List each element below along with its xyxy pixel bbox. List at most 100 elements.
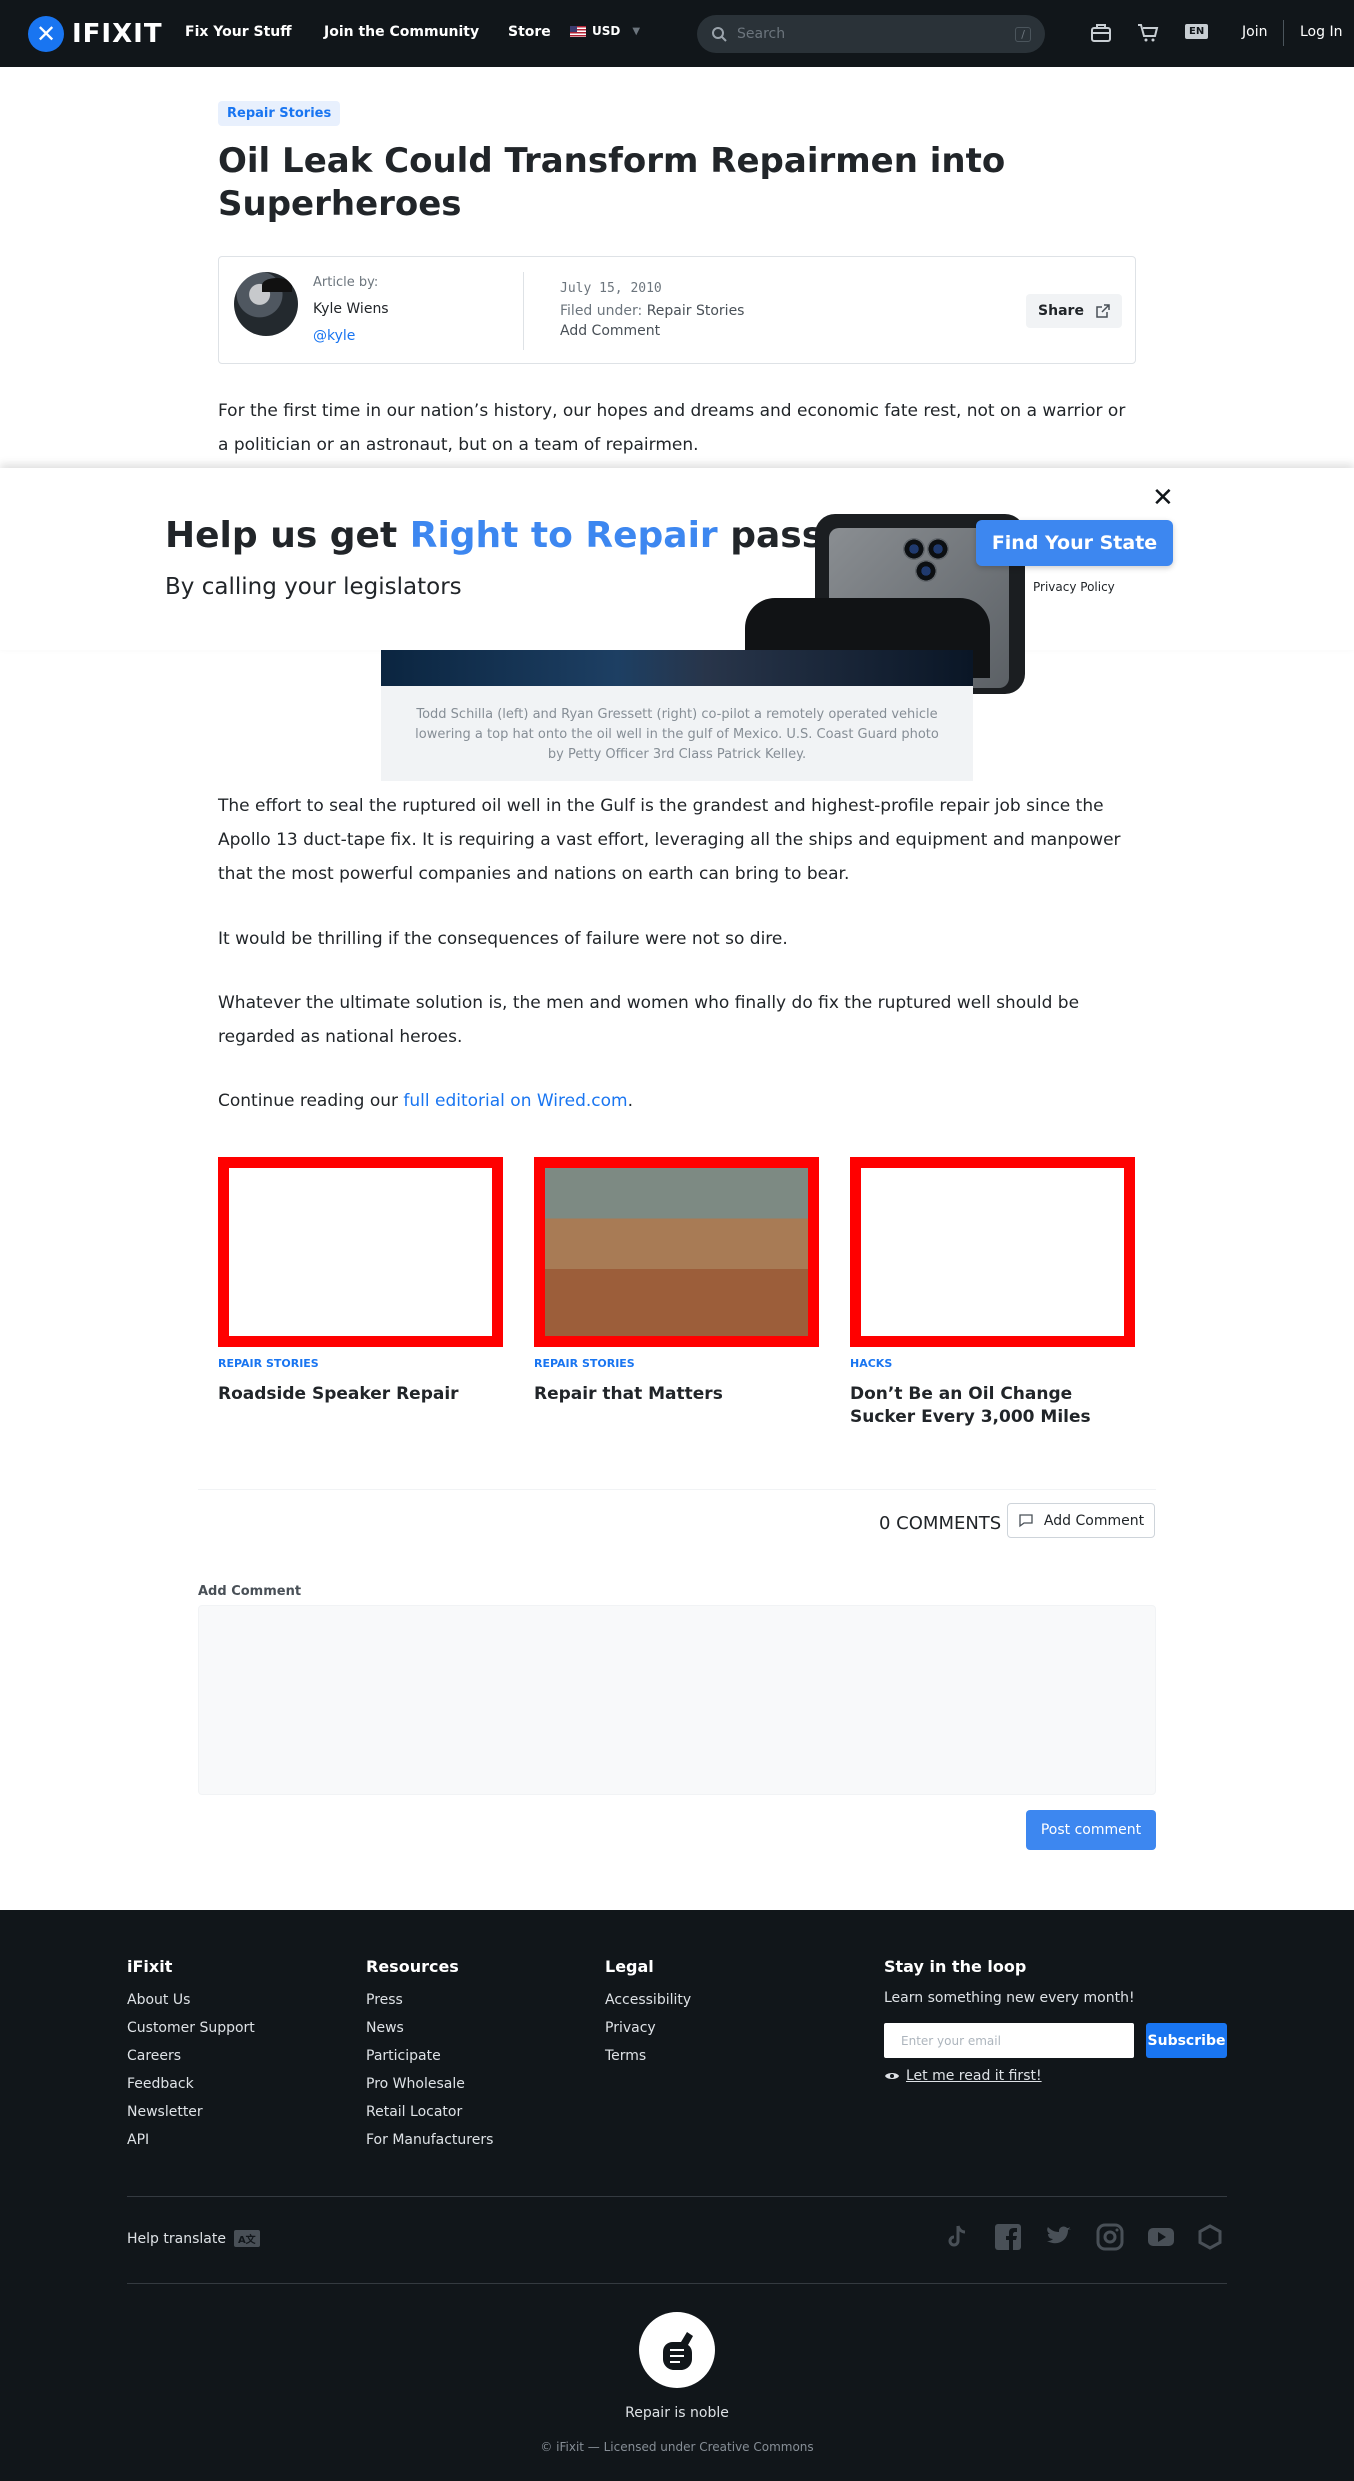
article-paragraph-1: The effort to seal the ruptured oil well… [218,796,1121,884]
nav-store[interactable]: Store [508,24,551,40]
logo-text: IFIXIT [72,19,163,49]
subscribe-button[interactable]: Subscribe [1146,2023,1227,2058]
comment-textarea[interactable] [198,1605,1156,1795]
post-comment-button[interactable]: Post comment [1026,1810,1156,1850]
camera-lens-icon [915,560,937,582]
eye-icon [885,2073,899,2079]
article-photo [381,650,973,686]
article-paragraph-2: It would be thrilling if the consequence… [218,929,788,949]
photo-caption: Todd Schilla (left) and Ryan Gressett (r… [381,686,973,781]
footer-link[interactable]: Customer Support [127,2020,255,2036]
speech-bubble-icon [1019,1513,1033,1527]
camera-lens-icon [927,538,949,560]
footer-link[interactable]: About Us [127,1992,190,2008]
chevron-down-icon: ▼ [632,25,641,37]
continue-reading-period: . [627,1091,634,1111]
author-handle[interactable]: @kyle [313,328,355,344]
related-card-image[interactable] [534,1157,819,1347]
category-tag[interactable]: Repair Stories [218,101,341,126]
join-link[interactable]: Join [1242,24,1267,40]
search-input[interactable] [737,26,1016,42]
footer: iFixit About Us Customer Support Careers… [0,1910,1354,2481]
tiktok-icon[interactable] [943,2223,971,2251]
facebook-icon[interactable] [994,2223,1022,2251]
footer-link[interactable]: Newsletter [127,2104,203,2120]
banner-subheading: By calling your legislators [165,574,462,600]
related-card-category[interactable]: Hacks [850,1357,892,1370]
share-label: Share [1038,303,1084,319]
banner-heading-pre: Help us get [165,515,410,556]
add-comment-button[interactable]: Add Comment [1007,1503,1155,1538]
related-card-category[interactable]: Repair Stories [218,1357,319,1370]
add-comment-link[interactable]: Add Comment [560,323,660,339]
login-link[interactable]: Log In [1300,24,1342,40]
find-your-state-button[interactable]: Find Your State [976,520,1173,566]
ifixit-logo-icon: ✕ [28,16,64,52]
twitter-icon[interactable] [1045,2223,1073,2251]
search-bar[interactable]: / [697,15,1045,53]
footer-link[interactable]: Accessibility [605,1992,691,2008]
related-card-title[interactable]: Repair that Matters [534,1383,819,1406]
footer-link[interactable]: News [366,2020,404,2036]
currency-label: USD [592,24,621,38]
footer-link[interactable]: Careers [127,2048,181,2064]
continue-reading-text: Continue reading our [218,1091,404,1111]
related-card-image[interactable] [850,1157,1135,1347]
footer-col-title: Resources [366,1957,459,1976]
related-card-category[interactable]: Repair Stories [534,1357,635,1370]
filed-category-link[interactable]: Repair Stories [647,303,745,319]
article-intro: For the first time in our nation’s histo… [218,401,1126,455]
footer-link[interactable]: Pro Wholesale [366,2076,465,2092]
footer-link[interactable]: Feedback [127,2076,194,2092]
footer-col-title: iFixit [127,1957,173,1976]
byline-divider [523,272,524,350]
author-name[interactable]: Kyle Wiens [313,301,389,317]
close-icon[interactable]: ✕ [1152,483,1174,513]
banner-heading: Help us get Right to Repair passed [165,515,873,556]
comments-count: 0 COMMENTS [879,1513,1002,1534]
byline-label: Article by: [313,275,379,290]
top-nav: ✕ IFIXIT Fix Your Stuff Join the Communi… [0,0,1354,67]
footer-link[interactable]: Terms [605,2048,646,2064]
byline-card: Article by: Kyle Wiens @kyle July 15, 20… [218,256,1136,364]
motorcycle-repair-photo [545,1168,808,1336]
help-translate-label: Help translate [127,2230,226,2247]
translate-icon: A文 [233,2230,260,2247]
ifixit-logo[interactable]: ✕ IFIXIT [28,16,163,52]
email-field[interactable] [884,2023,1134,2058]
footer-divider [127,2196,1227,2197]
us-flag-icon [570,25,586,37]
newsletter-subtitle: Learn something new every month! [884,1990,1135,2006]
youtube-icon[interactable] [1147,2223,1175,2251]
author-avatar[interactable] [234,272,298,336]
footer-link[interactable]: Press [366,1992,403,2008]
newsletter-title: Stay in the loop [884,1957,1027,1976]
hexagon-icon[interactable] [1196,2223,1224,2251]
related-card-title[interactable]: Don’t Be an Oil Change Sucker Every 3,00… [850,1383,1135,1429]
related-card-title[interactable]: Roadside Speaker Repair [218,1383,503,1406]
article-paragraph-3: Whatever the ultimate solution is, the m… [218,993,1080,1047]
footer-link[interactable]: Participate [366,2048,441,2064]
help-translate-link[interactable]: Help translate A文 [127,2230,260,2247]
nav-join-community[interactable]: Join the Community [324,24,479,40]
language-selector[interactable]: EN [1185,24,1209,39]
comments-divider [198,1489,1156,1490]
related-card-image[interactable] [218,1157,503,1347]
nav-fix-your-stuff[interactable]: Fix Your Stuff [185,24,292,40]
currency-selector[interactable]: USD ▼ [570,24,640,38]
share-button[interactable]: Share [1026,294,1122,328]
comment-field-label: Add Comment [198,1584,302,1599]
privacy-policy-link[interactable]: Privacy Policy [1033,580,1115,594]
footer-link[interactable]: For Manufacturers [366,2132,493,2148]
article-title: Oil Leak Could Transform Repairmen into … [218,141,1006,224]
footer-link[interactable]: Privacy [605,2020,656,2036]
add-comment-label: Add Comment [1043,1512,1145,1529]
search-shortcut-key: / [1015,26,1031,42]
wired-editorial-link[interactable]: full editorial on Wired.com [403,1091,627,1111]
toolbox-icon[interactable] [1090,22,1112,44]
footer-link[interactable]: Retail Locator [366,2104,462,2120]
footer-link[interactable]: API [127,2132,149,2148]
read-first-link[interactable]: Let me read it first! [884,2068,1042,2084]
instagram-icon[interactable] [1096,2223,1124,2251]
cart-icon[interactable] [1137,22,1159,44]
